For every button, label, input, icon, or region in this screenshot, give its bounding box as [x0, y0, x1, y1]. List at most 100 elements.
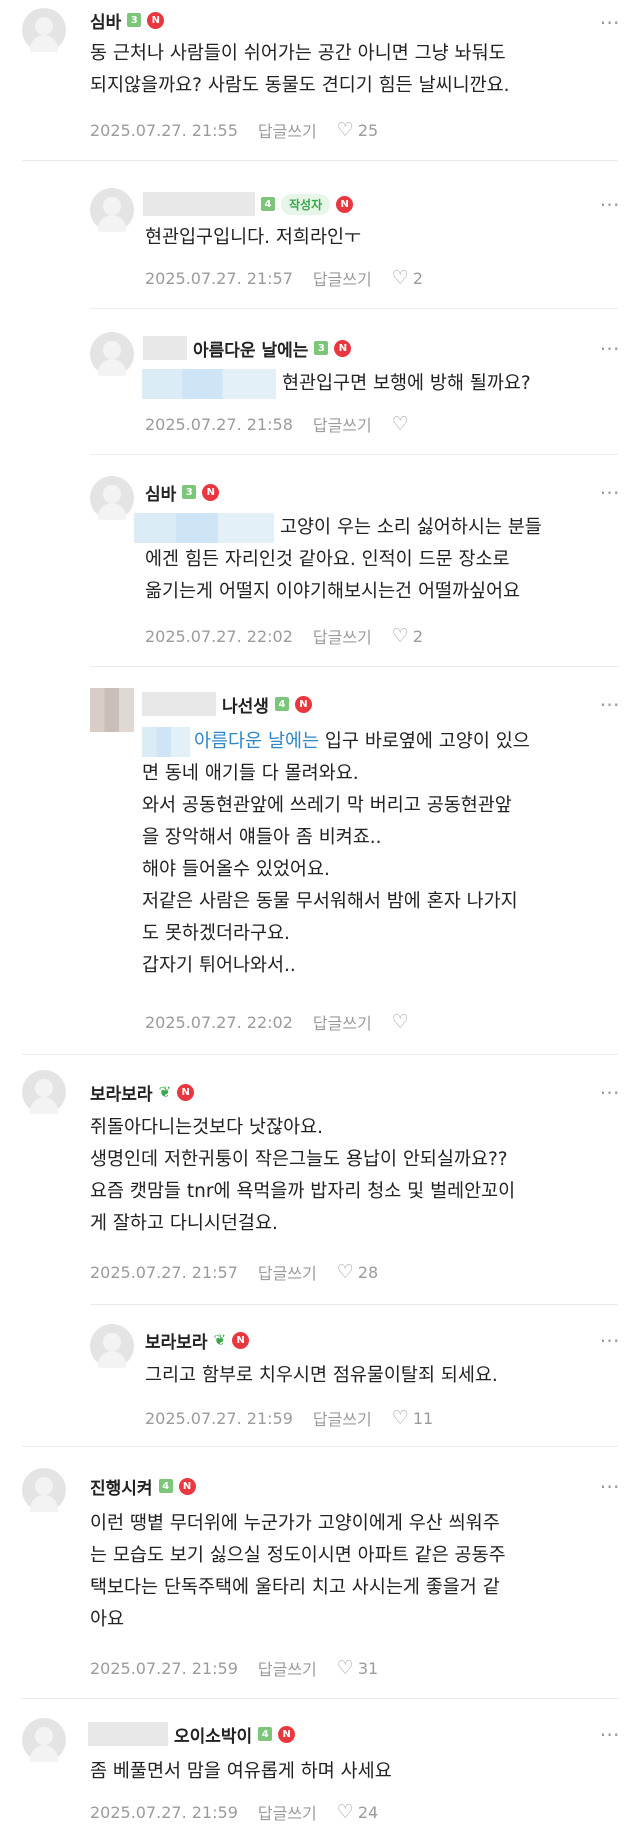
reply-button[interactable]: 답글쓰기: [258, 1656, 317, 1680]
more-options-icon[interactable]: ⋯: [598, 1722, 622, 1746]
divider: [22, 1446, 618, 1447]
reply-button[interactable]: 답글쓰기: [313, 624, 372, 648]
blurred-mention: [142, 369, 276, 399]
like-button[interactable]: ♡: [392, 414, 413, 434]
avatar[interactable]: [90, 688, 134, 732]
comment-line: 현관입구입니다. 저희라인ㅜ: [145, 227, 362, 248]
comment-date: 2025.07.27. 22:02: [145, 1012, 293, 1032]
new-badge: N: [147, 11, 165, 29]
comment-date: 2025.07.27. 21:59: [90, 1802, 238, 1822]
comment-header: 아름다운 날에는 3 N: [143, 336, 352, 361]
author-name[interactable]: 보라보라: [90, 1080, 153, 1105]
comment-line: 택보다는 단독주택에 울타리 치고 사시는게 좋을거 같: [90, 1577, 500, 1598]
reply-button[interactable]: 답글쓰기: [258, 1260, 317, 1284]
heart-icon: ♡: [391, 266, 409, 289]
new-badge: N: [278, 1725, 296, 1743]
mention-link[interactable]: 아름다운 날에는: [194, 731, 319, 752]
comment-header: 보라보라 ❦ N: [90, 1080, 195, 1105]
avatar[interactable]: [22, 1070, 66, 1114]
heart-icon: ♡: [336, 1800, 354, 1823]
new-badge: N: [232, 1331, 250, 1349]
comment-line: 을 장악해서 얘들아 좀 비켜죠..: [142, 827, 382, 848]
comment-text: 현관입구입니다. 저희라인ㅜ: [145, 222, 361, 254]
like-button[interactable]: ♡ 2: [392, 626, 423, 646]
like-button[interactable]: ♡ 25: [337, 120, 378, 140]
author-name[interactable]: 나선생: [222, 692, 269, 717]
avatar[interactable]: [22, 1718, 66, 1762]
more-options-icon[interactable]: ⋯: [598, 10, 622, 34]
sprout-icon: ❦: [213, 1331, 227, 1349]
like-count: 2: [412, 268, 424, 288]
heart-icon: ♡: [336, 1260, 354, 1283]
comment-line: 해야 들어올수 있었어요.: [142, 859, 330, 880]
like-count: 28: [357, 1262, 379, 1282]
author-name[interactable]: 진행시켜: [90, 1474, 153, 1499]
avatar[interactable]: [90, 476, 134, 520]
level-badge: 3: [182, 485, 197, 499]
new-badge: N: [294, 695, 312, 713]
comment-meta: 2025.07.27. 21:55 답글쓰기 ♡ 25: [90, 118, 378, 142]
more-options-icon[interactable]: ⋯: [598, 1328, 622, 1352]
level-badge: 3: [314, 341, 329, 355]
reply-button[interactable]: 답글쓰기: [313, 412, 372, 436]
reply-button[interactable]: 답글쓰기: [258, 118, 317, 142]
more-options-icon[interactable]: ⋯: [598, 1474, 622, 1498]
like-count: 11: [412, 1408, 434, 1428]
more-options-icon[interactable]: ⋯: [598, 692, 622, 716]
like-button[interactable]: ♡ 31: [336, 1656, 379, 1679]
comment-text: 이런 땡볕 무더위에 누군가가 고양이에게 우산 씌워주 는 모습도 보기 싫으…: [90, 1508, 506, 1636]
heart-icon: ♡: [391, 1406, 409, 1429]
new-badge: N: [178, 1477, 196, 1495]
like-count: 31: [357, 1658, 379, 1678]
more-options-icon[interactable]: ⋯: [598, 336, 622, 360]
comment-line: 생명인데 저한귀퉁이 작은그늘도 용납이 안되실까요??: [90, 1149, 508, 1170]
avatar[interactable]: [90, 1324, 134, 1368]
more-options-icon[interactable]: ⋯: [598, 192, 622, 216]
comment-line: 좀 베풀면서 맘을 여유롭게 하며 사세요: [90, 1761, 392, 1782]
more-options-icon[interactable]: ⋯: [598, 1080, 622, 1104]
like-button[interactable]: ♡ 11: [391, 1406, 434, 1429]
comment-line: 면 동네 애기들 다 몰려와요.: [142, 763, 359, 784]
divider: [90, 1304, 618, 1305]
comment-meta: 2025.07.27. 21:59 답글쓰기 ♡ 11: [145, 1406, 433, 1430]
comment-line: 고양이 우는 소리 싫어하시는 분들: [280, 517, 542, 538]
reply-button[interactable]: 답글쓰기: [258, 1800, 317, 1824]
avatar[interactable]: [90, 188, 134, 232]
comment-line: 옮기는게 어떨지 이야기해보시는건 어떨까싶어요: [145, 581, 521, 602]
more-options-icon[interactable]: ⋯: [598, 480, 622, 504]
like-button[interactable]: ♡ 2: [391, 266, 424, 289]
comment-line: 동 근처나 사람들이 쉬어가는 공간 아니면 그냥 놔둬도: [90, 43, 506, 64]
avatar[interactable]: [90, 332, 134, 376]
author-name[interactable]: 심바: [145, 480, 176, 505]
avatar[interactable]: [22, 1468, 66, 1512]
level-badge: 4: [158, 1479, 173, 1493]
author-name[interactable]: 심바: [90, 8, 121, 33]
comment-date: 2025.07.27. 21:55: [90, 120, 238, 140]
comment-header: 보라보라 ❦ N: [145, 1328, 250, 1353]
level-badge: 4: [274, 697, 289, 711]
like-button[interactable]: ♡: [392, 1012, 413, 1032]
comment-text: 동 근처나 사람들이 쉬어가는 공간 아니면 그냥 놔둬도 되지않을까요? 사람…: [90, 38, 510, 102]
comment-line: 와서 공동현관앞에 쓰레기 막 버리고 공동현관앞: [142, 795, 512, 816]
author-name[interactable]: 오이소박이: [174, 1722, 252, 1747]
like-button[interactable]: ♡ 24: [336, 1800, 378, 1823]
divider: [90, 454, 618, 455]
heart-icon: ♡: [336, 1656, 354, 1679]
comment-header: 심바 3 N: [145, 480, 220, 505]
blurred-mention: [142, 727, 190, 757]
reply-button[interactable]: 답글쓰기: [313, 266, 372, 290]
comment-header: 나선생 4 N: [142, 692, 312, 717]
reply-button[interactable]: 답글쓰기: [313, 1406, 372, 1430]
blurred-author-prefix: [142, 692, 216, 716]
divider: [90, 308, 618, 309]
reply-button[interactable]: 답글쓰기: [313, 1010, 372, 1034]
comment-line: 는 모습도 보기 싫으실 정도이시면 아파트 같은 공동주: [90, 1545, 506, 1566]
comment-line: 이런 땡볕 무더위에 누군가가 고양이에게 우산 씌워주: [90, 1513, 500, 1534]
comment-text: 아름다운 날에는 입구 바로옆에 고양이 있으 면 동네 애기들 다 몰려와요.…: [142, 726, 530, 982]
comment-date: 2025.07.27. 22:02: [145, 626, 293, 646]
avatar[interactable]: [22, 8, 66, 52]
comment-meta: 2025.07.27. 21:57 답글쓰기 ♡ 2: [145, 266, 423, 290]
like-button[interactable]: ♡ 28: [336, 1260, 379, 1283]
author-name[interactable]: 보라보라: [145, 1328, 208, 1353]
author-name[interactable]: 아름다운 날에는: [193, 336, 308, 361]
